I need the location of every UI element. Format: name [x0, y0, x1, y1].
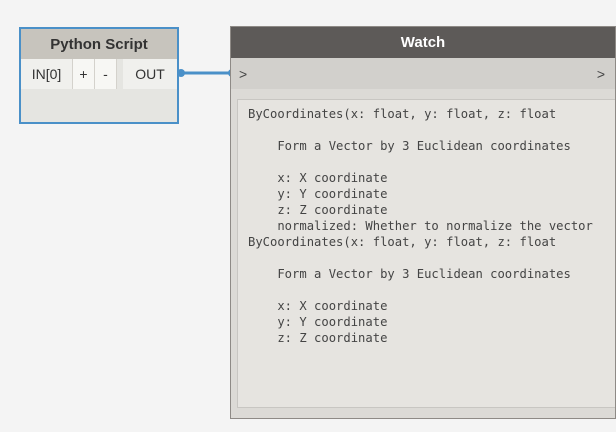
add-input-button[interactable]: + [73, 59, 95, 89]
watch-node-ports: > > [231, 58, 615, 89]
watch-node[interactable]: Watch > > ByCoordinates(x: float, y: flo… [230, 26, 616, 419]
watch-node-title[interactable]: Watch [231, 27, 615, 58]
remove-input-button[interactable]: - [95, 59, 117, 89]
connector-wire[interactable] [177, 63, 237, 83]
watch-line: y: Y coordinate [248, 187, 388, 201]
python-node-title[interactable]: Python Script [21, 29, 177, 59]
watch-line: ByCoordinates(x: float, y: float, z: flo… [248, 235, 557, 249]
watch-line [248, 154, 615, 170]
watch-line: z: Z coordinate [248, 331, 388, 345]
watch-line [248, 122, 615, 138]
watch-line: ByCoordinates(x: float, y: float, z: flo… [248, 107, 557, 121]
python-script-node[interactable]: Python Script IN[0] + - OUT [19, 27, 179, 124]
watch-line [248, 282, 615, 298]
watch-line [248, 250, 615, 266]
watch-line: Form a Vector by 3 Euclidean coordinates [248, 139, 571, 153]
watch-line: x: X coordinate [248, 299, 388, 313]
watch-line: normalized: Whether to normalize the vec… [248, 219, 593, 233]
watch-input-port[interactable]: > [239, 66, 247, 82]
python-node-ports: IN[0] + - OUT [21, 59, 177, 89]
input-port-in0[interactable]: IN[0] [21, 59, 73, 89]
output-port-out[interactable]: OUT [123, 59, 177, 89]
watch-output-port[interactable]: > [597, 66, 605, 82]
watch-output-display[interactable]: ByCoordinates(x: float, y: float, z: flo… [237, 99, 615, 408]
watch-line: x: X coordinate [248, 171, 388, 185]
watch-line: z: Z coordinate [248, 203, 388, 217]
graph-canvas[interactable]: Python Script IN[0] + - OUT Watch > > By… [0, 0, 616, 432]
watch-line: Form a Vector by 3 Euclidean coordinates [248, 267, 571, 281]
watch-line: y: Y coordinate [248, 315, 388, 329]
